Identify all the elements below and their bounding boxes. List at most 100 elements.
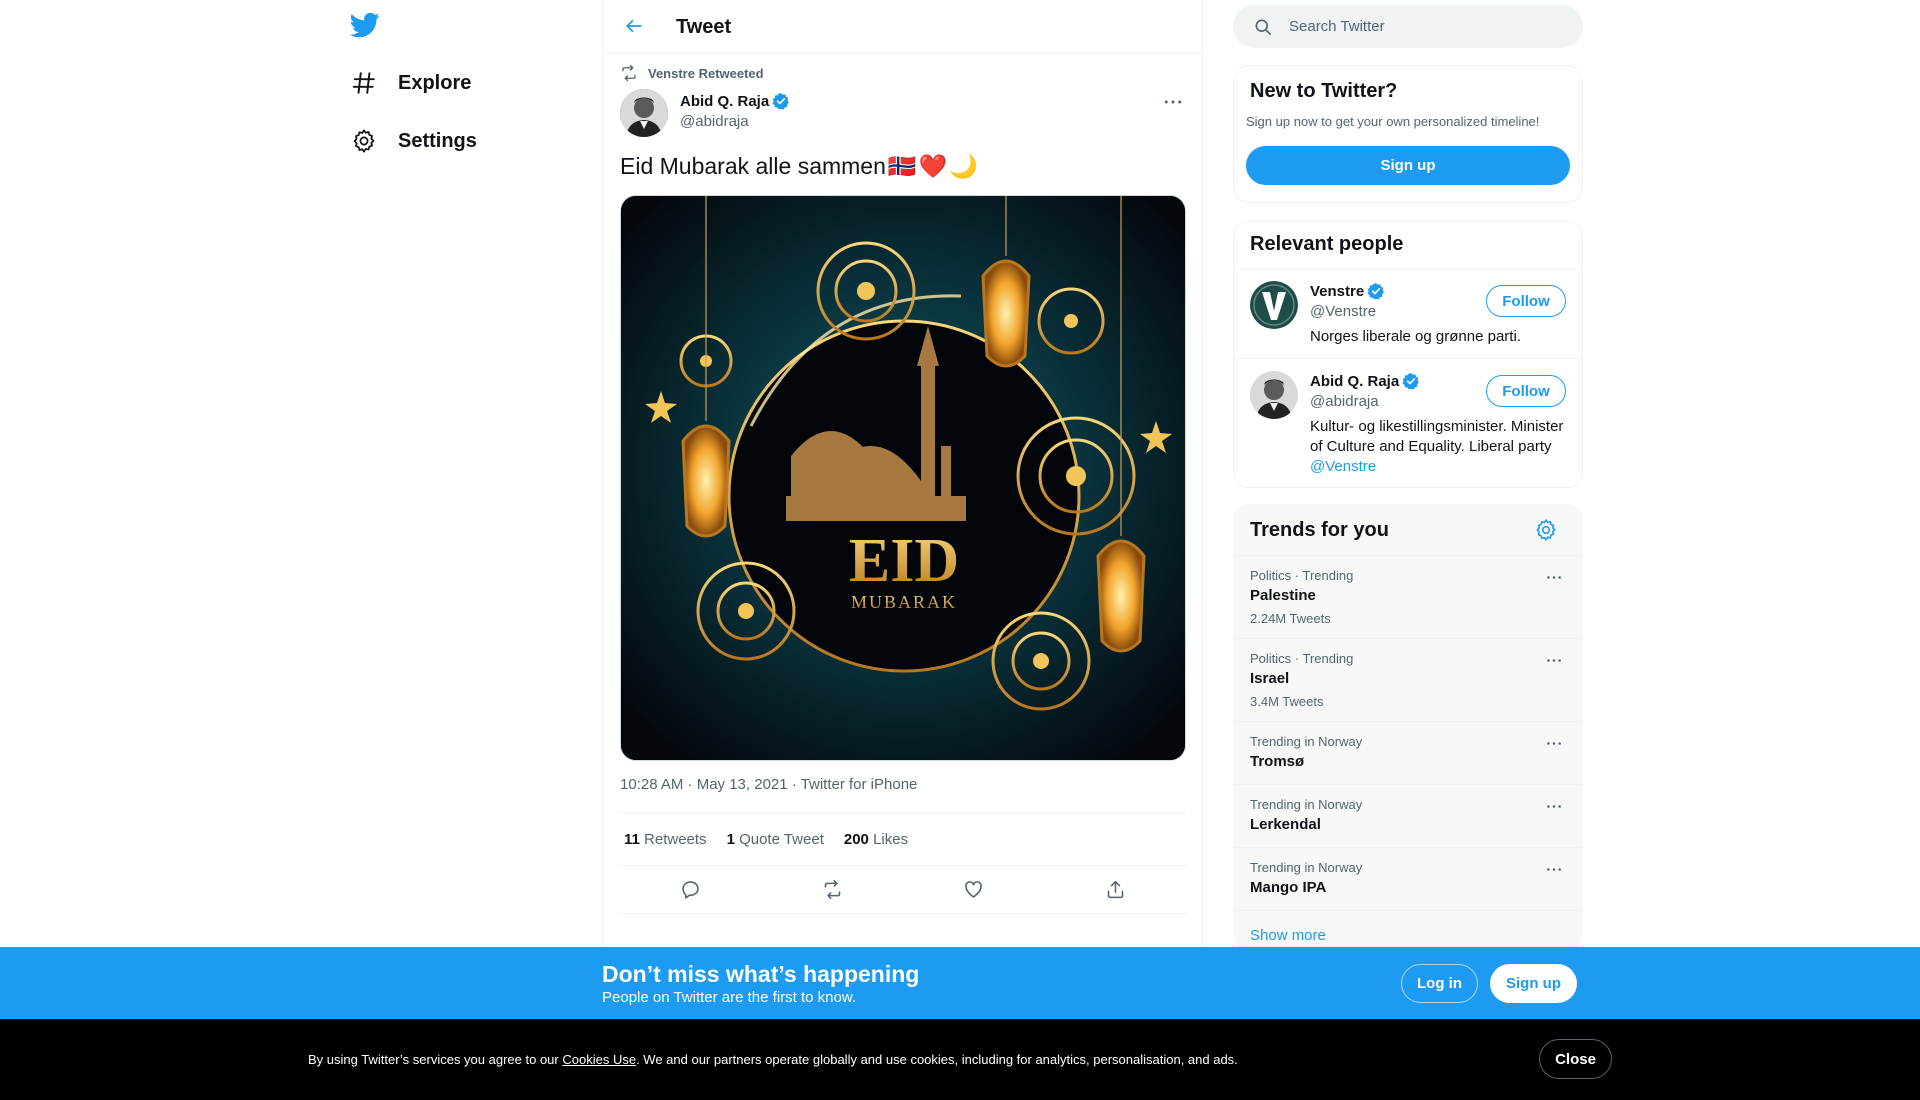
trend-more-button[interactable]: [1542, 860, 1566, 878]
column-header: Tweet: [604, 0, 1202, 53]
more-dots-icon: [1547, 741, 1561, 745]
trend-context: Politics · Trending: [1250, 568, 1354, 583]
avatar[interactable]: [1250, 371, 1298, 419]
tweet-actions: [620, 866, 1186, 914]
signup-button[interactable]: Sign up: [1490, 964, 1577, 1003]
author-handle[interactable]: @abidraja: [680, 113, 749, 130]
like-icon: [965, 881, 983, 898]
more-dots-icon: [1547, 867, 1561, 871]
crescent-moon-emoji: 🌙: [949, 153, 978, 179]
prompt-title: Don’t miss what’s happening: [602, 961, 920, 987]
stat-label: Likes: [873, 830, 909, 848]
retweet-button[interactable]: [813, 871, 851, 909]
trend-item[interactable]: Politics · Trending Palestine 2.24M Twee…: [1234, 555, 1582, 638]
share-button[interactable]: [1096, 871, 1134, 909]
person-name-text: Venstre: [1310, 282, 1365, 300]
trend-context: Politics · Trending: [1250, 651, 1354, 666]
trends-header: Trends for you: [1234, 505, 1582, 555]
reply-button[interactable]: [672, 871, 710, 909]
cookie-text-end: . We and our partners operate globally a…: [636, 1052, 1238, 1067]
cookies-use-link[interactable]: Cookies Use: [562, 1052, 636, 1067]
social-context[interactable]: Venstre Retweeted: [620, 64, 764, 82]
media-subtitle: MUBARAK: [851, 592, 957, 612]
person-bio: Norges liberale og grønne parti.: [1310, 328, 1521, 345]
more-options-button[interactable]: [1160, 92, 1186, 112]
more-dots-icon: [1547, 658, 1561, 662]
tweet-text-body: Eid Mubarak alle sammen: [620, 153, 886, 179]
person-venstre[interactable]: Venstre @Venstre Norges liberale og grøn…: [1234, 269, 1582, 359]
trend-more-button[interactable]: [1542, 651, 1566, 669]
card-title: Trends for you: [1250, 519, 1389, 541]
person-name[interactable]: Venstre: [1310, 282, 1385, 300]
trends-card: Trends for you Politics · Trending Pales…: [1233, 504, 1583, 950]
trend-count: 3.4M Tweets: [1250, 694, 1324, 709]
nav-item-label: Explore: [398, 71, 472, 94]
author-name-text: Abid Q. Raja: [680, 92, 770, 110]
twitter-bird-icon[interactable]: [349, 10, 380, 40]
trend-more-button[interactable]: [1542, 568, 1566, 586]
trend-more-button[interactable]: [1542, 797, 1566, 815]
retweets-stat[interactable]: 11 Retweets: [624, 831, 707, 848]
more-dots-icon: [1547, 575, 1561, 579]
follow-button[interactable]: Follow: [1486, 375, 1566, 407]
tweet-stats: 11 Retweets 1 Quote Tweet 200 Likes: [620, 812, 1186, 866]
cookie-text-start: By using Twitter’s services you agree to…: [308, 1052, 563, 1067]
nav-item-explore[interactable]: Explore: [350, 63, 471, 103]
cookie-banner: By using Twitter’s services you agree to…: [0, 1019, 1920, 1100]
retweet-icon: [622, 64, 636, 82]
like-button[interactable]: [955, 871, 993, 909]
gear-icon[interactable]: [1534, 518, 1558, 542]
prompt-subtitle: People on Twitter are the first to know.: [602, 989, 857, 1006]
trend-item[interactable]: Trending in Norway Tromsø: [1234, 721, 1582, 784]
person-handle[interactable]: @Venstre: [1310, 303, 1376, 320]
card-title: New to Twitter?: [1250, 80, 1398, 102]
stat-label: Retweets: [644, 830, 707, 848]
new-to-twitter-card: New to Twitter? Sign up now to get your …: [1233, 65, 1583, 203]
person-handle[interactable]: @abidraja: [1310, 393, 1379, 410]
relevant-people-card: Relevant people Venstre @Venstre Norges …: [1233, 220, 1583, 488]
quote-tweets-stat[interactable]: 1 Quote Tweet: [727, 831, 824, 848]
trend-count: 2.24M Tweets: [1250, 611, 1331, 626]
back-button[interactable]: [620, 12, 648, 40]
login-button[interactable]: Log in: [1401, 964, 1478, 1003]
trend-context: Trending in Norway: [1250, 797, 1363, 812]
hashtag-icon: [350, 69, 378, 97]
trend-more-button[interactable]: [1542, 734, 1566, 752]
stat-count: 11: [624, 830, 640, 848]
trend-item[interactable]: Politics · Trending Israel 3.4M Tweets: [1234, 638, 1582, 721]
follow-button[interactable]: Follow: [1486, 285, 1566, 317]
stat-label: Quote Tweet: [739, 830, 824, 848]
signup-button[interactable]: Sign up: [1246, 146, 1570, 185]
trend-item[interactable]: Trending in Norway Mango IPA: [1234, 847, 1582, 910]
author-name[interactable]: Abid Q. Raja: [680, 92, 790, 110]
share-icon: [1107, 880, 1124, 899]
trend-name: Israel: [1250, 670, 1290, 687]
tweet-column: Tweet Venstre Retweeted Abid Q. Raja @ab…: [603, 0, 1203, 1100]
norway-flag-emoji: 🇳🇴: [887, 153, 917, 179]
signup-prompt-bar: Don’t miss what’s happening People on Tw…: [0, 947, 1920, 1019]
avatar[interactable]: [620, 89, 668, 137]
trend-name: Palestine: [1250, 587, 1316, 604]
avatar[interactable]: [1250, 281, 1298, 329]
nav-item-settings[interactable]: Settings: [350, 121, 477, 161]
person-abidraja[interactable]: Abid Q. Raja @abidraja Kultur- og likest…: [1234, 359, 1582, 487]
bio-mention-link[interactable]: @Venstre: [1310, 458, 1376, 475]
verified-badge-icon: [1402, 373, 1420, 390]
person-name-text: Abid Q. Raja: [1310, 372, 1400, 390]
search-input[interactable]: [1289, 18, 1549, 35]
nav-item-label: Settings: [398, 129, 477, 152]
verified-badge-icon: [1367, 283, 1385, 300]
search-icon: [1255, 19, 1271, 35]
tweet-image[interactable]: EID MUBARAK: [620, 195, 1186, 761]
cookie-text: By using Twitter’s services you agree to…: [308, 1052, 1238, 1067]
tweet-timestamp[interactable]: 10:28 AM · May 13, 2021 · Twitter for iP…: [620, 776, 917, 793]
trend-item[interactable]: Trending in Norway Lerkendal: [1234, 784, 1582, 847]
stat-count: 1: [726, 830, 735, 848]
person-bio: Kultur- og likestillingsminister. Minist…: [1310, 417, 1572, 477]
person-name[interactable]: Abid Q. Raja: [1310, 372, 1420, 390]
close-button[interactable]: Close: [1539, 1039, 1612, 1079]
search-bar[interactable]: [1233, 5, 1583, 48]
trend-name: Lerkendal: [1250, 816, 1321, 833]
likes-stat[interactable]: 200 Likes: [844, 831, 908, 848]
show-more-link[interactable]: Show more: [1250, 927, 1326, 944]
